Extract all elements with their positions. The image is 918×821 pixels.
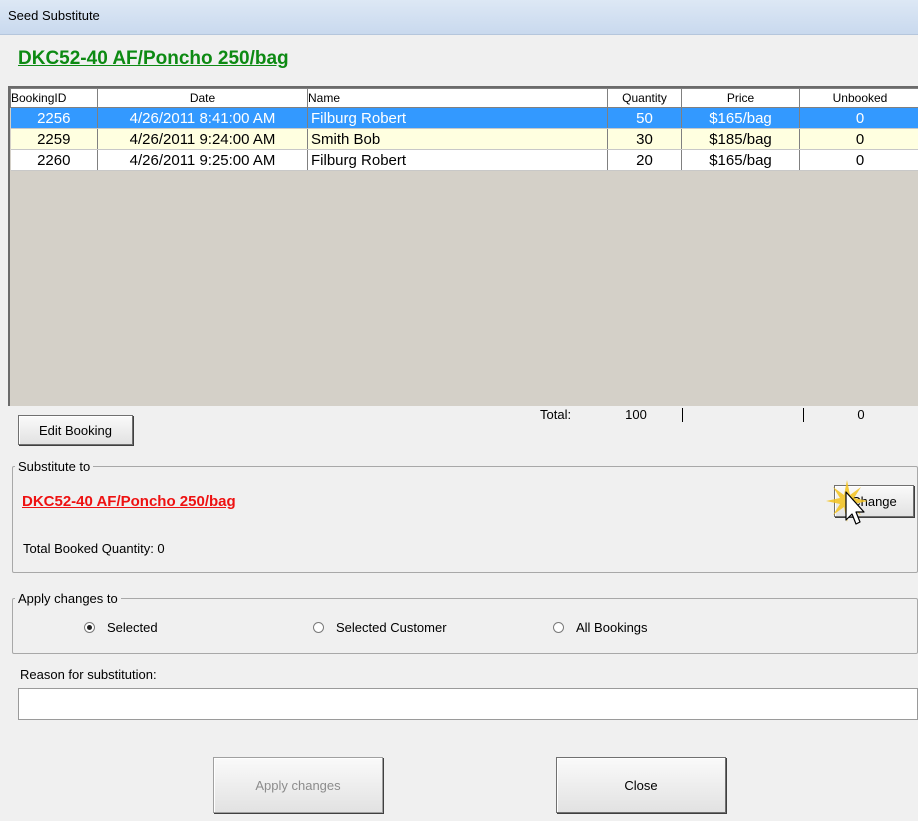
cell-name: Filburg Robert [307, 107, 608, 129]
column-header-unbooked[interactable]: Unbooked [799, 88, 918, 108]
cell-price: $165/bag [681, 149, 800, 171]
table-header-row: BookingID Date Name Quantity Price Unboo… [10, 88, 918, 108]
title-bar: Seed Substitute [0, 0, 918, 35]
column-header-price[interactable]: Price [681, 88, 800, 108]
apply-changes-button[interactable]: Apply changes [213, 757, 383, 813]
cell-name: Smith Bob [307, 128, 608, 150]
column-header-bookingid[interactable]: BookingID [10, 88, 98, 108]
column-header-name[interactable]: Name [307, 88, 608, 108]
total-booked-quantity: Total Booked Quantity: 0 [23, 541, 165, 556]
edit-booking-button[interactable]: Edit Booking [18, 415, 133, 445]
product-heading: DKC52-40 AF/Poncho 250/bag [18, 48, 289, 69]
column-header-quantity[interactable]: Quantity [607, 88, 682, 108]
radio-label: Selected Customer [336, 620, 447, 635]
cell-quantity: 30 [607, 128, 682, 150]
cell-date: 4/26/2011 8:41:00 AM [97, 107, 308, 129]
column-header-date[interactable]: Date [97, 88, 308, 108]
total-divider [682, 408, 683, 422]
cell-unbooked: 0 [799, 149, 918, 171]
cell-booking-id: 2256 [10, 107, 98, 129]
radio-label: Selected [107, 620, 158, 635]
cell-price: $165/bag [681, 107, 800, 129]
total-unbooked: 0 [857, 407, 865, 422]
radio-dot [553, 622, 564, 633]
mouse-cursor-icon [826, 480, 868, 525]
cell-unbooked: 0 [799, 128, 918, 150]
radio-selected[interactable]: Selected [84, 620, 158, 635]
cell-booking-id: 2259 [10, 128, 98, 150]
cell-quantity: 20 [607, 149, 682, 171]
radio-all-bookings[interactable]: All Bookings [553, 620, 648, 635]
substitute-to-legend: Substitute to [18, 459, 91, 474]
reason-input[interactable] [18, 688, 918, 720]
total-quantity: 100 [625, 407, 647, 422]
radio-label: All Bookings [576, 620, 648, 635]
cell-booking-id: 2260 [10, 149, 98, 171]
cell-unbooked: 0 [799, 107, 918, 129]
table-row[interactable]: 2260 4/26/2011 9:25:00 AM Filburg Robert… [10, 149, 918, 171]
cell-date: 4/26/2011 9:25:00 AM [97, 149, 308, 171]
bookings-grid[interactable]: BookingID Date Name Quantity Price Unboo… [8, 86, 918, 406]
cell-date: 4/26/2011 9:24:00 AM [97, 128, 308, 150]
radio-dot [313, 622, 324, 633]
total-divider [803, 408, 804, 422]
apply-changes-legend: Apply changes to [18, 591, 118, 606]
totals-row: Total: 100 0 [0, 404, 918, 426]
reason-label: Reason for substitution: [20, 667, 157, 682]
table-row[interactable]: 2259 4/26/2011 9:24:00 AM Smith Bob 30 $… [10, 128, 918, 150]
close-button[interactable]: Close [556, 757, 726, 813]
cell-name: Filburg Robert [307, 149, 608, 171]
cell-quantity: 50 [607, 107, 682, 129]
radio-dot [84, 622, 95, 633]
window-title: Seed Substitute [8, 8, 100, 23]
radio-selected-customer[interactable]: Selected Customer [313, 620, 447, 635]
cell-price: $185/bag [681, 128, 800, 150]
substitute-product-name[interactable]: DKC52-40 AF/Poncho 250/bag [22, 493, 236, 510]
table-row[interactable]: 2256 4/26/2011 8:41:00 AM Filburg Robert… [10, 107, 918, 129]
total-label: Total: [540, 407, 572, 422]
bookings-table: BookingID Date Name Quantity Price Unboo… [10, 88, 918, 171]
